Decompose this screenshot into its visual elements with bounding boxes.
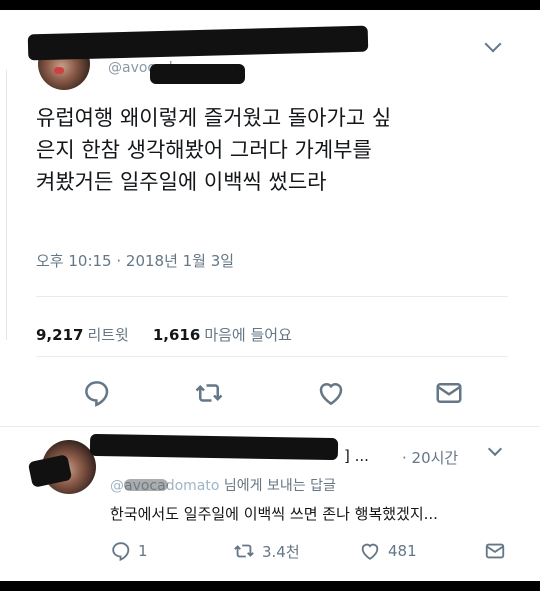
retweet-icon [195, 384, 223, 402]
divider [0, 426, 540, 427]
envelope-icon [436, 383, 462, 403]
reply-like-button[interactable]: 481 [358, 540, 417, 562]
redacted-handle [150, 64, 245, 84]
tweet-text-line: 유럽여행 왜이렇게 즐거웠고 돌아가고 싶 [36, 106, 392, 130]
retweet-count[interactable]: 9,217 [36, 326, 83, 344]
reply-count: 1 [138, 542, 148, 560]
tweet-text-line: 켜봤거든 일주일에 이백씩 썼드라 [36, 170, 327, 194]
reply-author-name[interactable]: ] ... [344, 447, 369, 465]
tweet-timestamp[interactable]: 오후 10:15 · 2018년 1월 3일 [36, 250, 234, 271]
engagement-counts: 9,217 리트윗 1,616 마음에 들어요 [36, 324, 292, 345]
tweet-text-line: 은지 한참 생각해봤어 그러다 가계부를 [36, 138, 372, 162]
left-divider [6, 70, 7, 340]
reply-dm-button[interactable] [484, 540, 512, 562]
redacted-name [27, 25, 369, 61]
chevron-down-icon[interactable] [484, 35, 502, 53]
reply-retweet-button[interactable]: 3.4천 [232, 540, 300, 562]
tweet-screen: @avocadoma 유럽여행 왜이렇게 즐거웠고 돌아가고 싶 은지 한참 생… [0, 10, 540, 581]
envelope-icon [485, 543, 505, 559]
redacted-reply-name [89, 433, 339, 461]
reply-text: 한국에서도 일주일에 이백씩 쓰면 존나 행복했겠지... [110, 505, 438, 523]
reply-reply-button[interactable]: 1 [110, 540, 148, 562]
reply-icon [112, 542, 130, 562]
retweet-button[interactable] [192, 376, 226, 410]
divider [36, 356, 508, 357]
divider [36, 296, 508, 297]
reply-like-count: 481 [388, 542, 417, 560]
dm-button[interactable] [432, 376, 466, 410]
reply-retweet-count: 3.4천 [262, 542, 300, 561]
retweet-icon [234, 544, 254, 558]
tweet-text: 유럽여행 왜이렇게 즐거웠고 돌아가고 싶 은지 한참 생각해봤어 그러다 가계… [36, 102, 516, 198]
like-label[interactable]: 마음에 들어요 [204, 326, 292, 344]
redacted-reply-handle [124, 479, 168, 491]
reply-time[interactable]: · 20시간 [402, 447, 458, 468]
reply-button[interactable] [80, 376, 114, 410]
chevron-down-icon[interactable] [487, 441, 503, 457]
heart-icon [361, 543, 379, 560]
like-count[interactable]: 1,616 [153, 326, 200, 344]
reply-icon [85, 381, 109, 407]
retweet-label[interactable]: 리트윗 [87, 326, 128, 344]
reply-to-suffix: 님에게 보내는 답글 [223, 478, 336, 494]
like-button[interactable] [314, 376, 348, 410]
heart-icon [319, 383, 343, 406]
